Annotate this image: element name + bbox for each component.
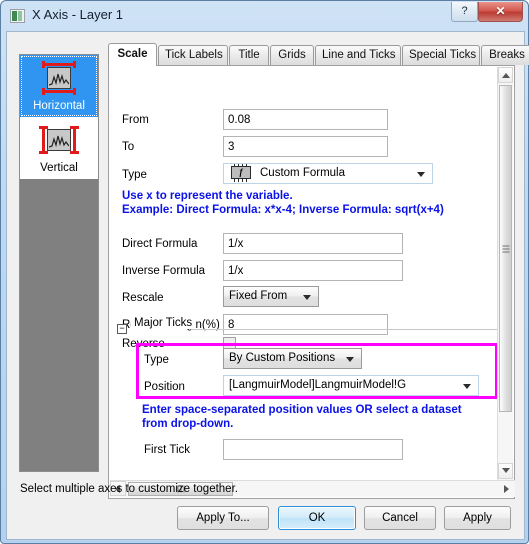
tab-special-ticks[interactable]: Special Ticks	[402, 45, 480, 65]
vertical-axis-icon	[39, 123, 79, 157]
major-ticks-group-label: Major Ticks	[131, 317, 196, 329]
tab-line-and-ticks[interactable]: Line and Ticks	[315, 45, 401, 65]
axis-dialog-window: X Axis - Layer 1 ? ✕ Horizontal Vertical…	[0, 0, 529, 544]
apply-button[interactable]: Apply	[444, 506, 511, 530]
axis-dialog-icon	[10, 9, 25, 23]
rescale-dropdown-value: Fixed From	[229, 290, 288, 302]
major-ticks-position-dropdown[interactable]: [LangmuirModel]LangmuirModel!G	[223, 375, 479, 396]
group-divider	[191, 329, 497, 330]
apply-to-button[interactable]: Apply To...	[177, 506, 269, 530]
rescale-dropdown[interactable]: Fixed From	[223, 286, 319, 307]
tab-breaks[interactable]: Breaks	[481, 45, 529, 65]
axis-list-item-label: Vertical	[40, 162, 78, 174]
position-hint-line2: from drop-down.	[142, 418, 234, 430]
status-text: Select multiple axes to customize togeth…	[20, 483, 238, 495]
close-button[interactable]: ✕	[478, 2, 523, 22]
axis-list-item-horizontal[interactable]: Horizontal	[20, 55, 98, 117]
scroll-down-button[interactable]	[498, 463, 513, 479]
chevron-down-icon	[346, 356, 354, 362]
first-tick-input[interactable]	[223, 439, 403, 460]
tab-scale[interactable]: Scale	[108, 43, 157, 66]
major-ticks-type-value: By Custom Positions	[229, 352, 336, 364]
major-ticks-group: − Major Ticks	[117, 317, 497, 334]
scroll-up-button[interactable]	[498, 67, 513, 83]
chevron-down-icon	[417, 171, 425, 177]
major-ticks-type-dropdown[interactable]: By Custom Positions	[223, 348, 362, 369]
direct-formula-input[interactable]: 1/x	[223, 233, 403, 254]
rescale-margin-input[interactable]: 8	[223, 314, 388, 335]
axis-list-item-label: Horizontal	[33, 100, 85, 112]
formula-chip-icon: f	[228, 164, 254, 182]
type-dropdown[interactable]: Custom Formula f	[223, 163, 433, 184]
to-label: To	[122, 141, 135, 153]
formula-hint-line1: Use x to represent the variable.	[122, 190, 293, 202]
inverse-formula-label: Inverse Formula	[122, 265, 206, 277]
axis-list-item-vertical[interactable]: Vertical	[20, 117, 98, 179]
tab-title[interactable]: Title	[229, 45, 269, 65]
from-label: From	[122, 114, 149, 126]
chevron-down-icon	[463, 383, 471, 389]
chevron-down-icon	[303, 294, 311, 300]
dialog-client-area: Horizontal Vertical Scale Tick Labels Ti…	[6, 31, 529, 540]
rescale-label: Rescale	[122, 292, 164, 304]
horizontal-axis-icon	[39, 61, 79, 95]
formula-hint-line2: Example: Direct Formula: x*x-4; Inverse …	[122, 204, 444, 216]
major-ticks-position-label: Position	[144, 381, 185, 393]
tab-grids[interactable]: Grids	[270, 45, 314, 65]
group-collapse-icon[interactable]: −	[117, 324, 127, 334]
scale-tab-panel: From 0.08 To 3 Type Custom Formula f Use…	[108, 65, 515, 499]
vertical-scrollbar-thumb[interactable]	[499, 85, 512, 412]
major-ticks-position-value: [LangmuirModel]LangmuirModel!G	[229, 379, 407, 391]
title-bar[interactable]: X Axis - Layer 1 ? ✕	[1, 1, 529, 31]
tab-tick-labels[interactable]: Tick Labels	[158, 45, 228, 65]
inverse-formula-input[interactable]: 1/x	[223, 260, 403, 281]
help-button[interactable]: ?	[451, 2, 478, 22]
direct-formula-label: Direct Formula	[122, 238, 198, 250]
type-dropdown-value: Custom Formula	[260, 167, 345, 179]
cancel-button[interactable]: Cancel	[364, 506, 436, 530]
type-label: Type	[122, 169, 147, 181]
position-hint-line1: Enter space-separated position values OR…	[142, 404, 462, 416]
from-input[interactable]: 0.08	[223, 109, 388, 130]
scrollbar-grip-icon	[502, 245, 509, 252]
axis-list[interactable]: Horizontal Vertical	[19, 54, 99, 472]
window-title: X Axis - Layer 1	[32, 7, 124, 22]
ok-button[interactable]: OK	[278, 506, 356, 530]
scroll-right-button[interactable]	[498, 481, 514, 496]
tab-strip[interactable]: Scale Tick Labels Title Grids Line and T…	[108, 43, 529, 66]
to-input[interactable]: 3	[223, 136, 388, 157]
first-tick-label: First Tick	[144, 444, 190, 456]
major-ticks-type-label: Type	[144, 354, 169, 366]
vertical-scrollbar[interactable]	[497, 67, 513, 481]
